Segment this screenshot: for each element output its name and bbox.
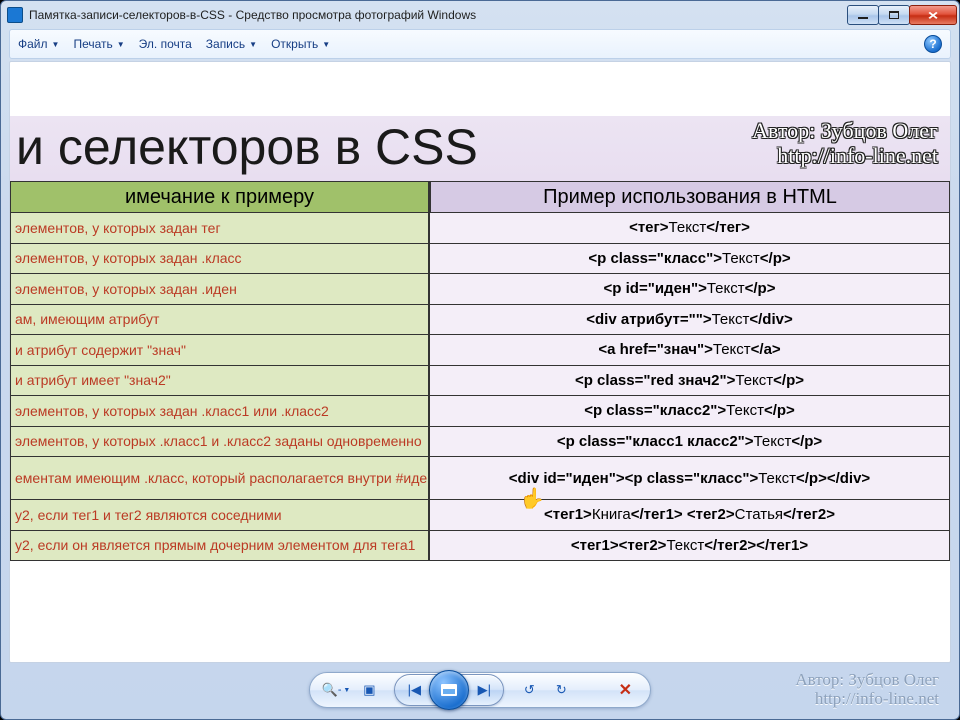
menu-print[interactable]: Печать▼ [73,37,124,51]
cell-example: <p class="red знач2">Текст</p> [430,366,950,397]
cell-example: <тег>Текст</тег> [430,213,950,244]
cell-example: <div id="иден"><p class="класс">Текст</p… [430,457,950,500]
window-title: Памятка-записи-селекторов-в-CSS - Средст… [29,8,848,22]
cell-example: <p class="класс2">Текст</p> [430,396,950,427]
cell-note: у2, если тег1 и тег2 являются соседними [10,500,430,531]
cell-example: <p class="класс1 класс2">Текст</p> [430,427,950,458]
cell-note: ементам имеющим .класс, который располаг… [10,457,430,500]
cell-note: элементов, у которых задан .класс1 или .… [10,396,430,427]
document-image[interactable]: и селекторов в CSS Автор: Зубцов Олег ht… [10,116,950,561]
column-header-example: Пример использования в HTML [430,181,950,213]
toolbar-pill: 🔍-▼ ▣ |◀ ▶| ↺ ↻ ✕ [309,672,652,708]
table-row: элементов, у которых задан .класс<p clas… [10,244,950,275]
cell-note: элементов, у которых задан .класс [10,244,430,275]
zoom-button[interactable]: 🔍-▼ [322,677,351,703]
cell-note: ам, имеющим атрибут [10,305,430,336]
cell-example: <тег1>Книга</тег1> <тег2>Статья</тег2> [430,500,950,531]
picture-icon [441,684,457,696]
table-row: у2, если он является прямым дочерним эле… [10,531,950,562]
content-frame: и селекторов в CSS Автор: Зубцов Олег ht… [9,61,951,663]
table-row: и атрибут имеет "знач2"<p class="red зна… [10,366,950,397]
menu-email[interactable]: Эл. почта [139,37,192,51]
nav-group: |◀ ▶| [394,674,504,706]
cell-note: у2, если он является прямым дочерним эле… [10,531,430,562]
cell-note: элементов, у которых .класс1 и .класс2 з… [10,427,430,458]
watermark-top: Автор: Зубцов Олег http://info-line.net [752,118,938,169]
app-window: Памятка-записи-селекторов-в-CSS - Средст… [0,0,960,720]
cell-note: и атрибут содержит "знач" [10,335,430,366]
app-icon [7,7,23,23]
menu-open[interactable]: Открыть▼ [271,37,330,51]
watermark-author: Автор: Зубцов Олег [752,118,938,143]
window-buttons: × [848,5,957,25]
menu-burn[interactable]: Запись▼ [206,37,257,51]
cell-example: <p id="иден">Текст</p> [430,274,950,305]
document-heading: и селекторов в CSS Автор: Зубцов Олег ht… [10,116,950,181]
close-button[interactable]: × [909,5,957,25]
cell-note: и атрибут имеет "знач2" [10,366,430,397]
prev-button[interactable]: |◀ [399,677,429,703]
menu-file[interactable]: Файл▼ [18,37,59,51]
cell-example: <a href="знач">Текст</a> [430,335,950,366]
watermark-bottom: Автор: Зубцов Олег http://info-line.net [795,670,939,709]
table-row: элементов, у которых .класс1 и .класс2 з… [10,427,950,458]
maximize-button[interactable] [878,5,910,25]
cell-example: <div атрибут="">Текст</div> [430,305,950,336]
column-header-note: имечание к примеру [10,181,430,213]
table-row: и атрибут содержит "знач"<a href="знач">… [10,335,950,366]
fit-button[interactable]: ▣ [356,677,382,703]
cursor-icon: 👆 [520,486,545,511]
table-row: ам, имеющим атрибут<div атрибут="">Текст… [10,305,950,336]
menubar: Файл▼ Печать▼ Эл. почта Запись▼ Открыть▼… [9,29,951,59]
watermark-url: http://info-line.net [752,143,938,168]
cell-note: элементов, у которых задан .иден [10,274,430,305]
help-icon[interactable]: ? [924,35,942,53]
titlebar[interactable]: Памятка-записи-селекторов-в-CSS - Средст… [1,1,959,29]
cell-note: элементов, у которых задан тег [10,213,430,244]
cell-example: <тег1><тег2>Текст</тег2></тег1> [430,531,950,562]
table-row: у2, если тег1 и тег2 являются соседними<… [10,500,950,531]
table-header-row: имечание к примеру Пример использования … [10,181,950,213]
table-row: элементов, у которых задан .иден<p id="и… [10,274,950,305]
rotate-ccw-button[interactable]: ↺ [516,677,542,703]
next-button[interactable]: ▶| [469,677,499,703]
cell-example: <p class="класс">Текст</p> [430,244,950,275]
table-row: ементам имеющим .класс, который располаг… [10,457,950,500]
minimize-button[interactable] [847,5,879,25]
table-row: элементов, у которых задан .класс1 или .… [10,396,950,427]
slideshow-button[interactable] [429,670,469,710]
rotate-cw-button[interactable]: ↻ [548,677,574,703]
table-row: элементов, у которых задан тег<тег>Текст… [10,213,950,244]
delete-button[interactable]: ✕ [612,677,638,703]
